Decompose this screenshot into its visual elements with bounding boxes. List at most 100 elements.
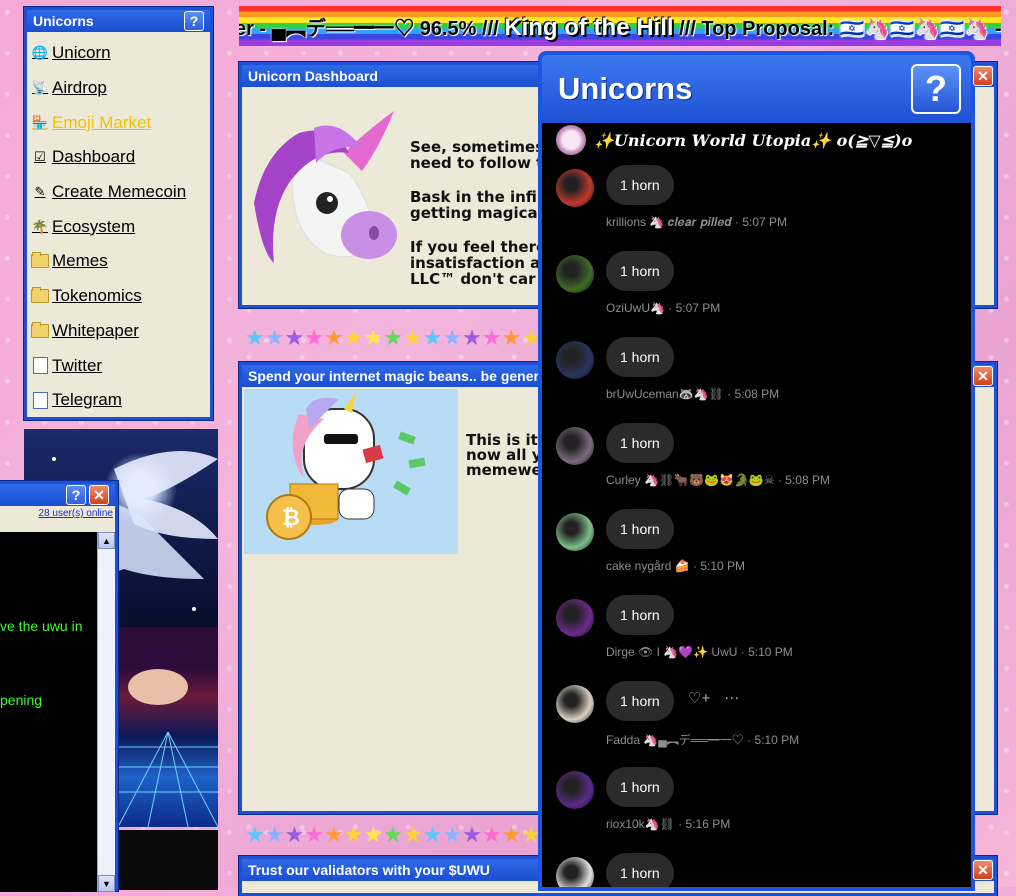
message-meta: brUwUceman🦝🦄⛓ · 5:08 PM <box>606 387 780 401</box>
user-avatar[interactable] <box>556 771 594 809</box>
menu-item-label: Emoji Market <box>52 112 152 132</box>
chat-log: ve the uwu in pening <box>0 532 98 892</box>
unicorn-head-image <box>244 93 404 273</box>
ascii-art-image <box>118 830 218 890</box>
validators-close-button[interactable]: ✕ <box>973 860 993 880</box>
scroll-down-icon[interactable]: ▼ <box>98 875 115 892</box>
more-options-icon[interactable]: ··· <box>724 689 739 707</box>
ticker-marquee: er - ▄︻デ══━一♡ 96.5% /// King of the Hill… <box>239 6 1001 46</box>
svg-text:₿: ₿ <box>282 506 300 531</box>
menu-item-label: Whitepaper <box>52 320 139 340</box>
user-avatar[interactable] <box>556 599 594 637</box>
ticker-text-end: /// Top Proposal: 🇮🇱🦄🇮🇱🦄🇮🇱🦄 - 4.0 <box>679 18 1001 40</box>
menu-item-create-memecoin[interactable]: ✎ Create Memecoin <box>31 175 206 210</box>
chat-message[interactable]: 1 horn cake nygård 🍰 · 5:10 PM <box>556 509 966 595</box>
message-bubble[interactable]: 1 horn <box>606 595 674 635</box>
ticker-text-start: er - ▄︻デ══━一♡ 96.5% /// <box>239 18 499 40</box>
group-avatar <box>556 125 586 155</box>
menu-item-label: Dashboard <box>52 147 136 167</box>
page-icon <box>31 357 49 375</box>
beans-title: Spend your internet magic beans.. be gen… <box>248 368 539 384</box>
unicorns-help-button[interactable]: ? <box>911 64 961 114</box>
menu-item-label: Unicorn <box>52 43 111 63</box>
dashboard-title: Unicorn Dashboard <box>248 68 378 84</box>
market-icon: 🏪 <box>31 114 49 130</box>
menu-item-memes[interactable]: Memes <box>31 244 206 279</box>
user-avatar[interactable] <box>556 685 594 723</box>
message-meta: cake nygård 🍰 · 5:10 PM <box>606 559 746 573</box>
message-meta: krillions 🦄 𝒄𝒍𝒆𝒂𝒓 𝒑𝒊𝒍𝒍𝒆𝒅 · 5:07 PM <box>606 215 788 229</box>
menu-item-label: Twitter <box>52 355 103 375</box>
message-bubble[interactable]: 1 horn <box>606 165 674 205</box>
user-avatar[interactable] <box>556 341 594 379</box>
menu-item-label: Airdrop <box>52 78 107 98</box>
dashboard-p2-line2: getting magical <box>410 204 543 222</box>
group-header[interactable]: ✨𝑼𝒏𝒊𝒄𝒐𝒓𝒏 𝑾𝒐𝒓𝒍𝒅 𝑼𝒕𝒐𝒑𝒊𝒂✨ o(≧▽≦)o <box>542 123 971 157</box>
message-bubble[interactable]: 1 horn <box>606 767 674 807</box>
dashboard-close-button[interactable]: ✕ <box>973 66 993 86</box>
chat-help-button[interactable]: ? <box>66 485 86 505</box>
user-avatar[interactable] <box>556 169 594 207</box>
message-bubble[interactable]: 1 horn <box>606 423 674 463</box>
chat-message[interactable]: 1 horn Dirge 👁 I 🦄💜✨ UwU · 5:10 PM <box>556 595 966 681</box>
user-avatar[interactable] <box>556 427 594 465</box>
folder-icon <box>31 287 49 304</box>
chat-message[interactable]: 1 horn Curley 🦄⛓🐂🐻🐸😻🐊🐸☠ · 5:08 PM <box>556 423 966 509</box>
message-meta: Fadda 🦄▄︻デ══━一♡ · 5:10 PM <box>606 733 800 747</box>
folder-icon <box>31 252 49 269</box>
chat-message[interactable]: 1 horn Fadda 🦄▄︻デ══━一♡ · 5:10 PM ♡+ ··· <box>556 681 966 767</box>
users-online-link[interactable]: 28 user(s) online <box>0 506 115 522</box>
menu-item-whitepaper[interactable]: Whitepaper <box>31 314 206 349</box>
unicorns-menu-window: Unicorns ? 🌐 Unicorn 📡 Airdrop 🏪 Emoji Market… <box>24 7 213 420</box>
dashboard-icon: ☑ <box>34 149 46 165</box>
chat-line: ve the uwu in <box>0 618 83 634</box>
menu-item-tokenomics[interactable]: Tokenomics <box>31 279 206 314</box>
page-icon <box>31 391 49 409</box>
menu-item-label: Ecosystem <box>52 216 136 236</box>
dashboard-p3-line3: LLC™ don't car <box>410 270 536 288</box>
message-meta: Dirge 👁 I 🦄💜✨ UwU · 5:10 PM <box>606 645 793 659</box>
menu-titlebar: Unicorns ? <box>27 10 210 32</box>
menu-item-telegram[interactable]: Telegram <box>31 383 206 418</box>
menu-item-twitter[interactable]: Twitter <box>31 348 206 383</box>
scroll-up-icon[interactable]: ▲ <box>98 532 115 549</box>
menu-help-button[interactable]: ? <box>184 11 204 31</box>
chat-window: ? ✕ 28 user(s) online ve the uwu in peni… <box>0 481 118 892</box>
user-avatar[interactable] <box>556 255 594 293</box>
user-avatar[interactable] <box>556 857 594 887</box>
chat-message[interactable]: 1 horn OziUwU🦄 · 5:07 PM <box>556 251 966 337</box>
pen-icon: ✎ <box>34 184 46 200</box>
message-bubble[interactable]: 1 horn <box>606 509 674 549</box>
message-bubble[interactable]: 1 horn <box>606 681 674 721</box>
unicorns-chat-panel: Unicorns ? ✨𝑼𝒏𝒊𝒄𝒐𝒓𝒏 𝑾𝒐𝒓𝒍𝒅 𝑼𝒕𝒐𝒑𝒊𝒂✨ o(≧▽≦)… <box>538 51 975 891</box>
dashboard-p1-line2: need to follow t <box>410 154 544 172</box>
chat-scrollbar[interactable]: ▲ ▼ <box>97 532 115 892</box>
message-bubble[interactable]: 1 horn <box>606 251 674 291</box>
chat-message[interactable]: 1 horn krillions 🦄 𝒄𝒍𝒆𝒂𝒓 𝒑𝒊𝒍𝒍𝒆𝒅 · 5:07 PM <box>556 165 966 251</box>
menu-item-label: Memes <box>52 251 108 271</box>
beans-close-button[interactable]: ✕ <box>973 366 993 386</box>
menu-item-emoji-market[interactable]: 🏪 Emoji Market <box>31 105 206 140</box>
unicorn-bitcoin-image: ₿ <box>244 389 458 554</box>
message-bubble[interactable]: 1 horn <box>606 853 674 887</box>
menu-item-airdrop[interactable]: 📡 Airdrop <box>31 71 206 106</box>
chat-titlebar: ? ✕ <box>0 484 115 506</box>
menu-item-ecosystem[interactable]: 🌴 Ecosystem <box>31 209 206 244</box>
chat-message[interactable]: 1 horn brUwUceman🦝🦄⛓ · 5:08 PM <box>556 337 966 423</box>
menu-item-unicorn[interactable]: 🌐 Unicorn <box>31 36 206 71</box>
react-icon[interactable]: ♡+ <box>688 689 710 707</box>
menu-title: Unicorns <box>33 13 94 29</box>
chat-close-button[interactable]: ✕ <box>89 485 109 505</box>
chat-message[interactable]: 1 horn riox10k🦄⛓ · 5:16 PM <box>556 767 966 853</box>
user-avatar[interactable] <box>556 513 594 551</box>
message-meta: Curley 🦄⛓🐂🐻🐸😻🐊🐸☠ · 5:08 PM <box>606 473 830 487</box>
synthwave-grid-image <box>118 627 218 827</box>
menu-item-label: Telegram <box>52 390 122 410</box>
chat-message[interactable]: 1 horn <box>556 853 966 887</box>
menu-item-label: Create Memecoin <box>52 182 187 202</box>
group-name: ✨𝑼𝒏𝒊𝒄𝒐𝒓𝒏 𝑾𝒐𝒓𝒍𝒅 𝑼𝒕𝒐𝒑𝒊𝒂✨ o(≧▽≦)o <box>594 130 913 150</box>
unicorns-panel-header: Unicorns ? <box>542 55 971 123</box>
menu-item-dashboard[interactable]: ☑ Dashboard <box>31 140 206 175</box>
message-meta: riox10k🦄⛓ · 5:16 PM <box>606 817 731 831</box>
message-bubble[interactable]: 1 horn <box>606 337 674 377</box>
